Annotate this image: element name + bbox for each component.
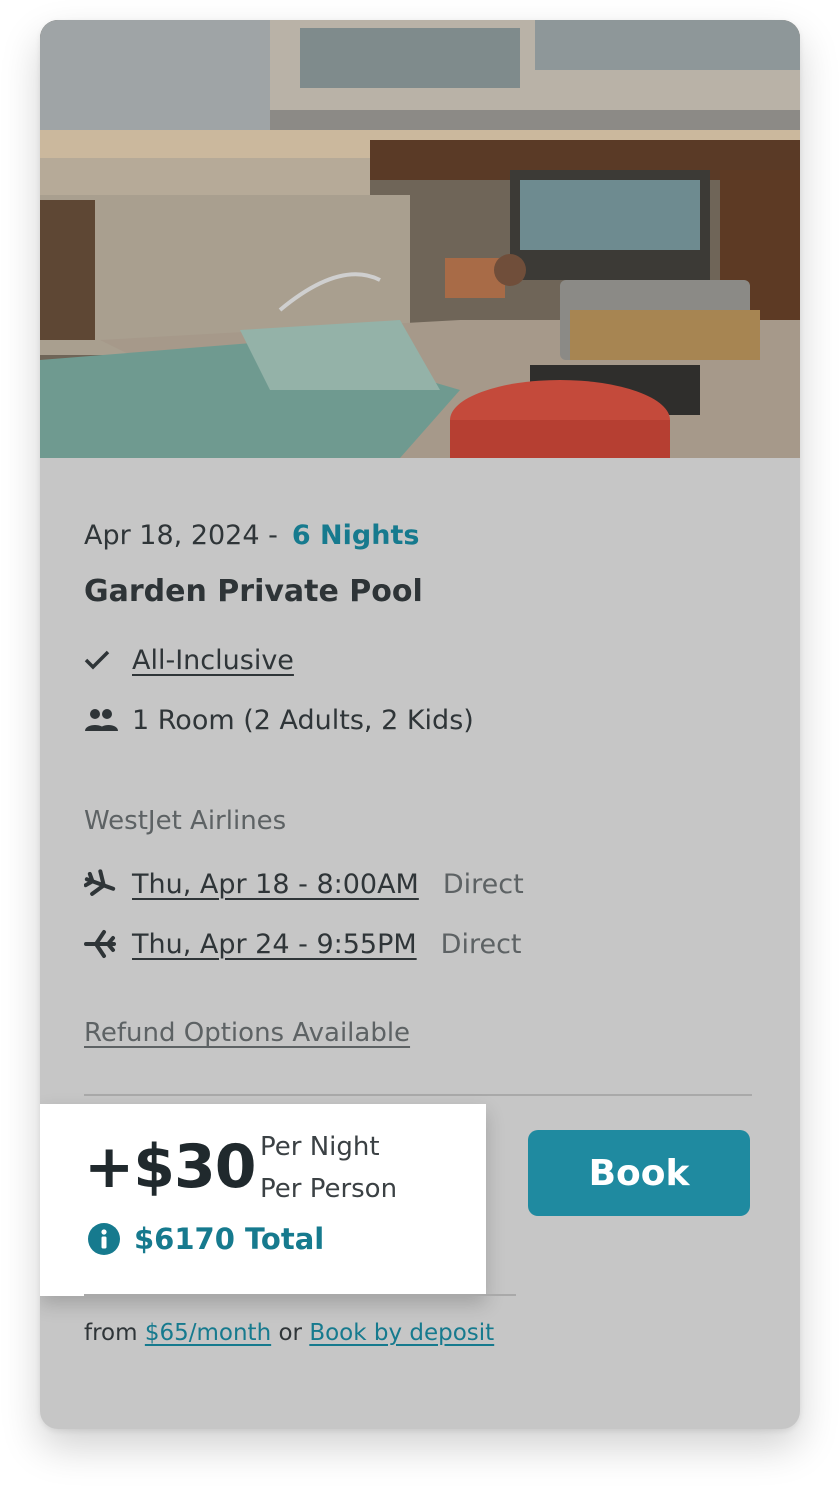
- divider: [84, 1094, 752, 1096]
- people-icon: [84, 704, 120, 736]
- room-name: Garden Private Pool: [84, 574, 423, 609]
- nights-count: 6 Nights: [291, 520, 420, 551]
- info-icon[interactable]: [88, 1223, 120, 1255]
- per-night-label: Per Night: [260, 1132, 380, 1162]
- outbound-flight-link[interactable]: Thu, Apr 18 - 8:00AM: [132, 869, 419, 900]
- per-person-label: Per Person: [260, 1174, 398, 1204]
- stay-dates: Apr 18, 2024 - 6 Nights: [84, 520, 419, 551]
- book-by-deposit-link[interactable]: Book by deposit: [309, 1320, 494, 1346]
- return-flight-link[interactable]: Thu, Apr 24 - 9:55PM: [132, 929, 417, 960]
- return-flight-type: Direct: [440, 928, 522, 960]
- airline-name: WestJet Airlines: [84, 806, 287, 836]
- book-button[interactable]: Book: [528, 1130, 750, 1216]
- price-basis: Per Night Per Person: [260, 1126, 397, 1210]
- offer-card: Apr 18, 2024 - 6 Nights Garden Private Po…: [40, 20, 800, 1429]
- monthly-payment-link[interactable]: $65/month: [145, 1320, 271, 1346]
- price-amount: +$30: [84, 1132, 257, 1202]
- flight-row-return: Thu, Apr 24 - 9:55PM Direct: [84, 928, 522, 960]
- total-price[interactable]: $6170 Total: [88, 1222, 324, 1256]
- hotel-room-photo: [40, 20, 800, 458]
- plane-departure-icon: [84, 868, 120, 900]
- refund-options-link[interactable]: Refund Options Available: [84, 1018, 410, 1048]
- finance-or-text: or: [278, 1320, 302, 1346]
- all-inclusive-link[interactable]: All-Inclusive: [132, 645, 294, 676]
- outbound-flight-type: Direct: [442, 868, 524, 900]
- financing-options: from $65/month or Book by deposit: [84, 1320, 494, 1346]
- finance-divider: [84, 1294, 516, 1296]
- plane-return-icon: [84, 928, 120, 960]
- occupancy-row: 1 Room (2 Adults, 2 Kids): [84, 704, 474, 736]
- finance-from-text: from: [84, 1320, 138, 1346]
- flight-row-outbound: Thu, Apr 18 - 8:00AM Direct: [84, 868, 524, 900]
- plan-row: All-Inclusive: [84, 644, 294, 676]
- occupancy-text: 1 Room (2 Adults, 2 Kids): [132, 704, 474, 736]
- check-icon: [84, 644, 120, 676]
- total-price-text: $6170 Total: [134, 1222, 325, 1256]
- check-in-date: Apr 18, 2024 -: [84, 520, 278, 551]
- price-highlight: +$30 Per Night Per Person $6170 Total: [40, 1104, 486, 1296]
